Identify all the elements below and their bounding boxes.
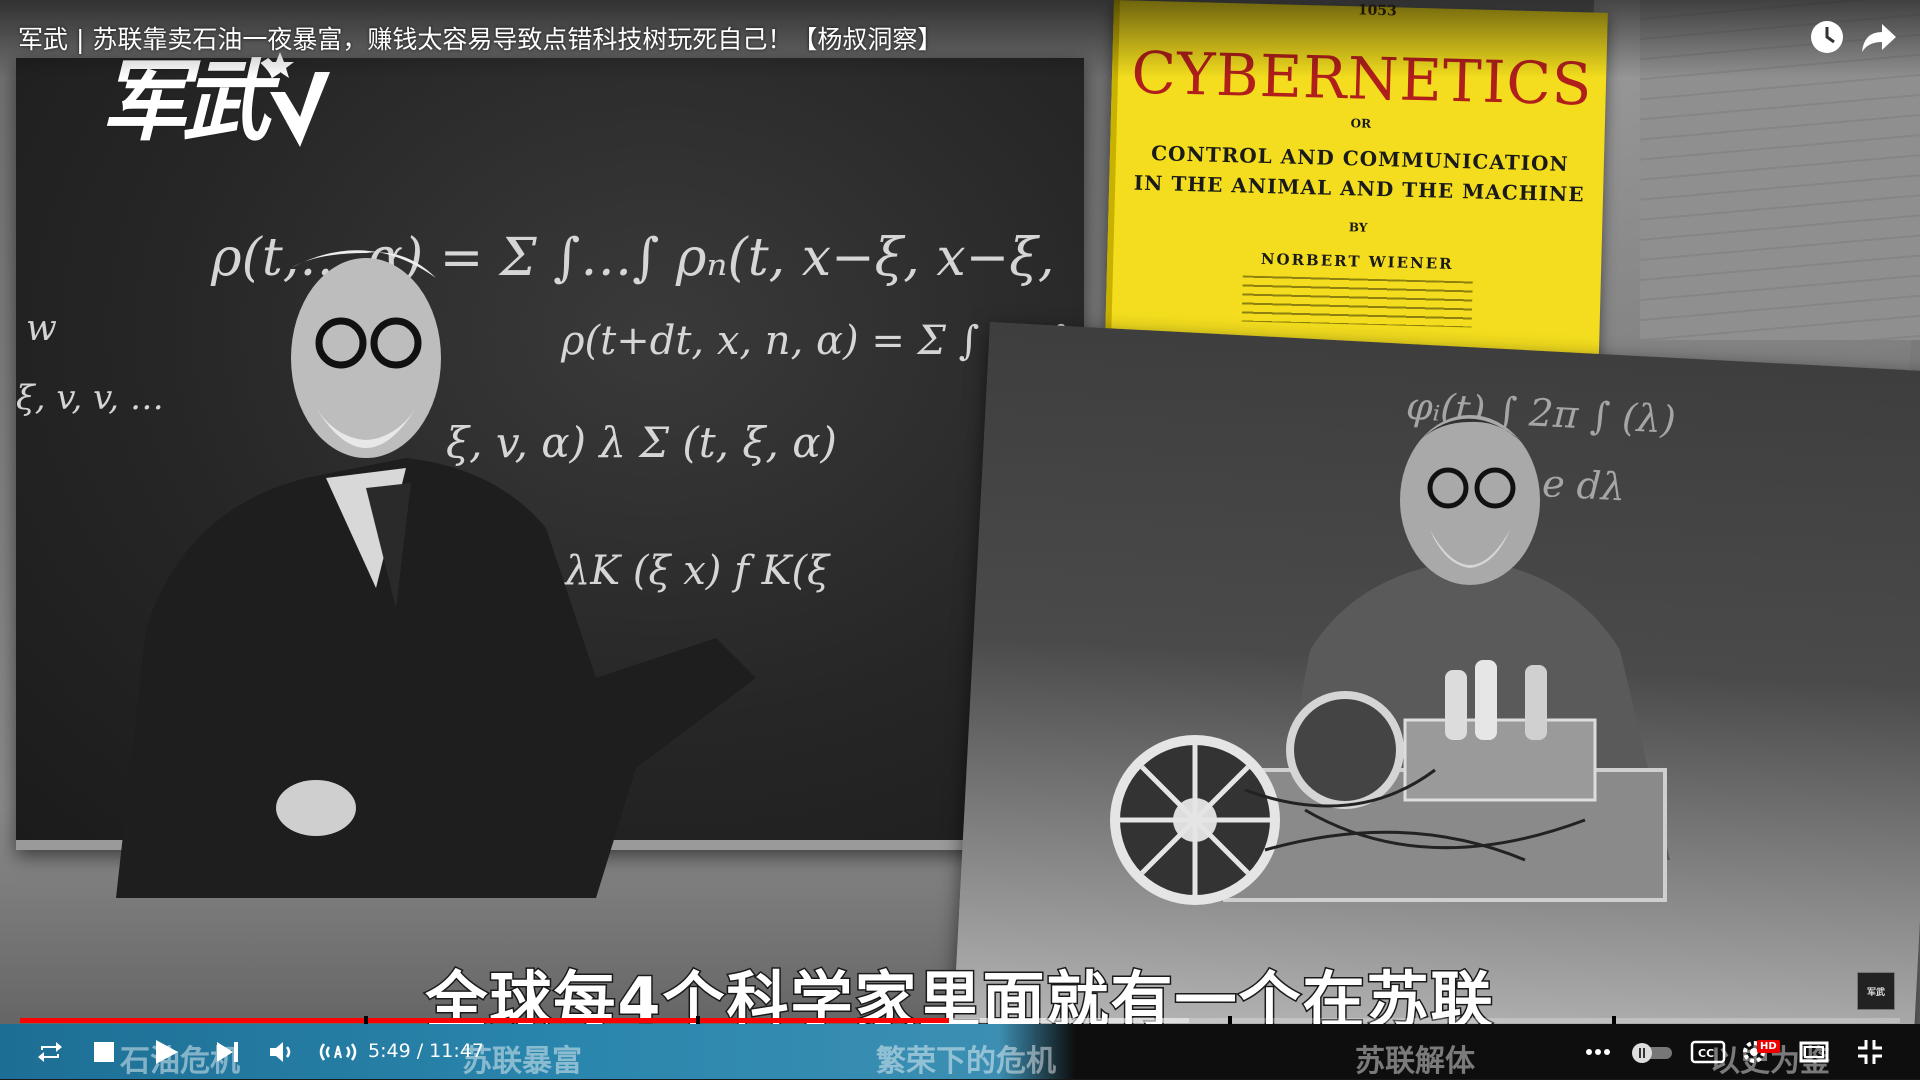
svg-text:CC: CC [1698, 1047, 1714, 1060]
time-display: 5:49 / 11:47 [368, 1040, 484, 1062]
lecturer-figure [116, 250, 756, 898]
book-fine-print [1241, 275, 1473, 328]
play-icon[interactable] [150, 1036, 182, 1068]
stop-icon[interactable] [88, 1036, 120, 1068]
book-subtitle-line2: IN THE ANIMAL AND THE MACHINE [1133, 170, 1585, 207]
cc-icon[interactable]: CC [1690, 1036, 1726, 1068]
book-by: BY [1348, 220, 1368, 235]
volume-icon[interactable] [266, 1036, 298, 1068]
next-icon[interactable] [212, 1036, 244, 1068]
loop-icon[interactable] [34, 1036, 66, 1068]
clock-icon[interactable] [1808, 18, 1846, 56]
audio-wave-icon[interactable] [318, 1036, 358, 1068]
share-arrow-icon[interactable] [1860, 18, 1898, 56]
exit-fullscreen-icon[interactable] [1854, 1036, 1886, 1068]
chapter-label[interactable]: 繁荣下的危机 [876, 1036, 1056, 1080]
video-title[interactable]: 军武 | 苏联靠卖石油一夜暴富，赚钱太容易导致点错科技树玩死自己！【杨叔洞察】 [18, 20, 942, 56]
autoplay-toggle-icon[interactable] [1630, 1036, 1674, 1068]
more-dots-icon[interactable] [1582, 1036, 1614, 1068]
video-frame[interactable]: ρ(t,…,α) = Σ ∫…∫ ρₙ(t, x−ξ, x−ξ, ρ(t+dt,… [0, 0, 1920, 1079]
corner-watermark: 军武 [1857, 972, 1895, 1010]
progress-played [20, 1018, 949, 1023]
robot-tortoise-machine [1110, 660, 1667, 905]
book-author: NORBERT WIENER [1260, 249, 1454, 273]
photo-lecturer-blackboard: ρ(t,…,α) = Σ ∫…∫ ρₙ(t, x−ξ, x−ξ, ρ(t+dt,… [16, 58, 1084, 898]
chalk-formula: w [26, 308, 57, 349]
theater-mode-icon[interactable] [1798, 1036, 1830, 1068]
hd-badge: HD [1757, 1040, 1780, 1053]
chapter-label[interactable]: 苏联解体 [1355, 1036, 1475, 1080]
